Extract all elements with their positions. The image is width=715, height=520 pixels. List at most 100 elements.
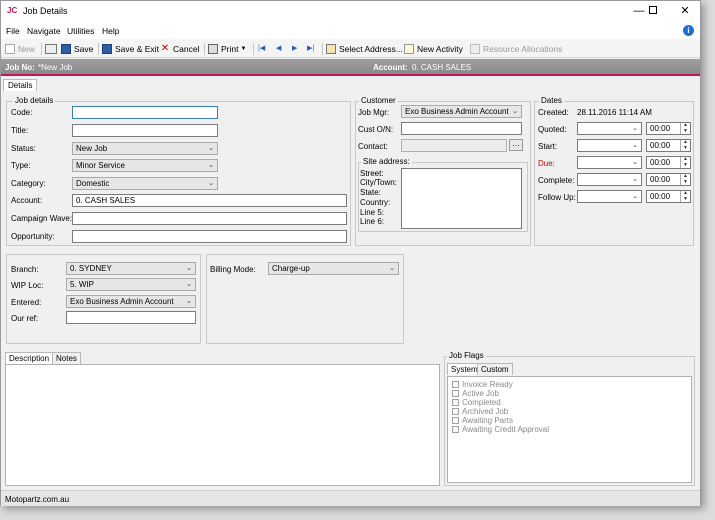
flag-completed[interactable]: Completed <box>452 398 501 407</box>
toolbar-separator <box>98 43 99 55</box>
description-textarea[interactable] <box>5 364 440 486</box>
title-label: Title: <box>11 126 29 135</box>
close-icon[interactable]: ✕ <box>671 3 699 19</box>
toolbar-separator <box>204 43 205 55</box>
chevron-down-icon: ⌄ <box>632 125 638 132</box>
city-label: City/Town: <box>360 178 397 187</box>
window-title: Job Details <box>23 6 68 16</box>
previous-record-icon[interactable]: ◀ <box>276 44 281 52</box>
status-bar-text: Motopartz.com.au <box>5 495 70 504</box>
category-select[interactable]: Domestic ⌄ <box>72 177 218 190</box>
tab-notes[interactable]: Notes <box>52 352 81 364</box>
branch-select[interactable]: 0. SYDNEY ⌄ <box>66 262 196 275</box>
code-field[interactable] <box>72 106 218 119</box>
spinner-arrows-icon[interactable]: ▲ ▼ <box>680 122 690 134</box>
quoted-time-spinner[interactable]: 00:00 ▲ ▼ <box>646 122 691 135</box>
state-label: State: <box>360 188 381 197</box>
tab-details[interactable]: Details <box>3 79 38 91</box>
flag-invoice-ready[interactable]: Invoice Ready <box>452 380 513 389</box>
wip-loc-select[interactable]: 5. WIP ⌄ <box>66 278 196 291</box>
job-mgr-select[interactable]: Exo Business Admin Account ⌄ <box>401 105 522 118</box>
select-address-button[interactable]: Select Address... <box>326 42 403 55</box>
chevron-down-icon: ⌄ <box>632 176 638 183</box>
chevron-down-icon: ⌄ <box>186 281 192 288</box>
maximize-icon[interactable] <box>639 3 667 19</box>
campaign-wave-field[interactable] <box>72 212 347 225</box>
complete-time-spinner[interactable]: 00:00 ▲ ▼ <box>646 173 691 186</box>
follow-up-time-spinner[interactable]: 00:00 ▲ ▼ <box>646 190 691 203</box>
menu-file[interactable]: File <box>6 26 20 36</box>
site-address-textarea[interactable] <box>401 168 522 229</box>
line6-label: Line 6: <box>360 217 385 226</box>
quoted-date-picker[interactable]: ⌄ <box>577 122 642 135</box>
new-button[interactable]: New <box>5 42 35 55</box>
entered-select[interactable]: Exo Business Admin Account ⌄ <box>66 295 196 308</box>
due-time-spinner[interactable]: 00:00 ▲ ▼ <box>646 156 691 169</box>
contact-lookup-button[interactable]: … <box>509 139 523 151</box>
line5-label: Line 5: <box>360 208 385 217</box>
created-value: 28.11.2016 11:14 AM <box>577 108 652 117</box>
spinner-arrows-icon[interactable]: ▲ ▼ <box>680 190 690 202</box>
spinner-arrows-icon[interactable]: ▲ ▼ <box>680 173 690 185</box>
menu-navigate[interactable]: Navigate <box>27 26 61 36</box>
tab-custom[interactable]: Custom <box>477 363 513 375</box>
app-logo: JC <box>7 6 18 15</box>
code-label: Code: <box>11 108 33 117</box>
category-label: Category: <box>11 179 46 188</box>
flag-active-job[interactable]: Active Job <box>452 389 499 398</box>
billing-mode-select[interactable]: Charge-up ⌄ <box>268 262 399 275</box>
print-button[interactable]: Print ▼ <box>208 42 246 55</box>
save-exit-button[interactable]: Save & Exit <box>102 42 159 55</box>
contact-field[interactable] <box>401 139 507 152</box>
type-label: Type: <box>11 161 31 170</box>
account-field-label: Account: <box>11 196 43 205</box>
sepn-button[interactable] <box>45 42 60 55</box>
spinner-arrows-icon[interactable]: ▲ ▼ <box>680 156 690 168</box>
opportunity-label: Opportunity: <box>11 232 55 241</box>
customer-legend: Customer <box>359 96 398 105</box>
cancel-button[interactable]: ✕ Cancel <box>160 42 200 55</box>
flags-list: Invoice Ready Active Job Completed Archi… <box>447 376 692 483</box>
cust-on-label: Cust O/N: <box>358 125 394 134</box>
last-record-icon[interactable]: ▶| <box>307 44 314 52</box>
quoted-label: Quoted: <box>538 125 567 134</box>
checkbox-icon <box>452 399 459 406</box>
chevron-down-icon: ▼ <box>240 45 247 52</box>
start-time-spinner[interactable]: 00:00 ▲ ▼ <box>646 139 691 152</box>
start-date-picker[interactable]: ⌄ <box>577 139 642 152</box>
flag-awaiting-credit-approval[interactable]: Awaiting Credit Approval <box>452 425 549 434</box>
chevron-down-icon: ⌄ <box>632 193 638 200</box>
street-label: Street: <box>360 169 384 178</box>
complete-date-picker[interactable]: ⌄ <box>577 173 642 186</box>
our-ref-field[interactable] <box>66 311 196 324</box>
account-field[interactable]: 0. CASH SALES <box>72 194 347 207</box>
opportunity-field[interactable] <box>72 230 347 243</box>
next-record-icon[interactable]: ▶ <box>292 44 297 52</box>
status-select[interactable]: New Job ⌄ <box>72 142 218 155</box>
cust-on-field[interactable] <box>401 122 522 135</box>
title-field[interactable] <box>72 124 218 137</box>
job-details-window: JC Job Details — ✕ File Navigate Utiliti… <box>0 0 701 506</box>
our-ref-label: Our ref: <box>11 314 39 323</box>
flag-awaiting-parts[interactable]: Awaiting Parts <box>452 416 513 425</box>
title-bar: JC Job Details — ✕ <box>1 1 700 23</box>
job-header-bar: Job No: *New Job Account: 0. CASH SALES <box>1 59 700 76</box>
site-address-legend: Site address: <box>361 157 412 166</box>
spinner-arrows-icon[interactable]: ▲ ▼ <box>680 139 690 151</box>
save-icon <box>61 43 71 54</box>
first-record-icon[interactable]: |◀ <box>258 44 265 52</box>
menu-utilities[interactable]: Utilities <box>67 26 94 36</box>
type-select[interactable]: Minor Service ⌄ <box>72 159 218 172</box>
wip-loc-label: WIP Loc: <box>11 281 44 290</box>
resource-allocations-button[interactable]: Resource Allocations <box>470 42 562 55</box>
follow-up-date-picker[interactable]: ⌄ <box>577 190 642 203</box>
info-icon[interactable]: i <box>683 25 694 36</box>
due-date-picker[interactable]: ⌄ <box>577 156 642 169</box>
menu-help[interactable]: Help <box>102 26 119 36</box>
tab-description[interactable]: Description <box>5 352 54 364</box>
chevron-down-icon: ⌄ <box>186 298 192 305</box>
save-button[interactable]: Save <box>61 42 93 55</box>
new-document-icon <box>5 43 15 54</box>
flag-archived-job[interactable]: Archived Job <box>452 407 508 416</box>
new-activity-button[interactable]: New Activity <box>404 42 463 55</box>
